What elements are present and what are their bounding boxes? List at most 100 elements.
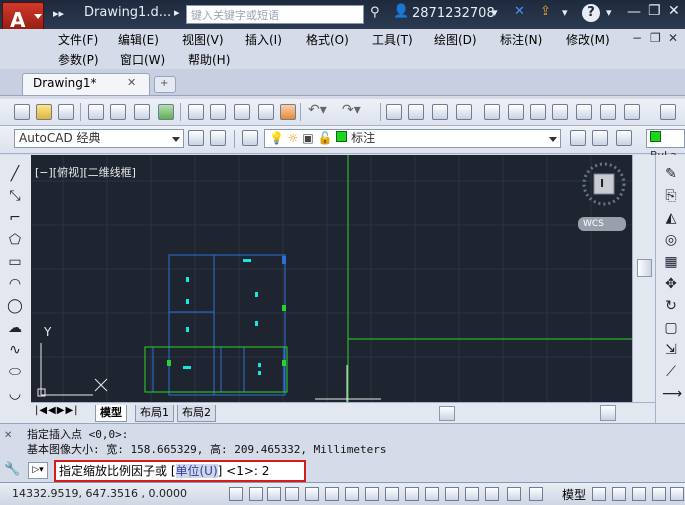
rectangle-icon[interactable]: ▭	[6, 253, 24, 271]
design-web-icon[interactable]	[158, 104, 174, 120]
stretch-icon[interactable]: ⇲	[662, 341, 680, 359]
command-input[interactable]: 指定缩放比例因子或 [单位(U)] <1>: 2	[54, 460, 306, 482]
vertical-scrollbar[interactable]	[632, 155, 656, 402]
user-dropdown-icon[interactable]: ▾	[492, 6, 498, 19]
menu-tools[interactable]: 工具(T)	[372, 31, 413, 48]
wcs-menu[interactable]: WCS	[578, 217, 626, 231]
offset-icon[interactable]: ◎	[662, 231, 680, 249]
infer-constraints-icon[interactable]	[229, 487, 243, 501]
tab-model[interactable]: 模型	[95, 405, 127, 422]
zoom-previous-icon[interactable]	[456, 104, 472, 120]
menu-modify[interactable]: 修改(M)	[566, 31, 610, 48]
help-dropdown-icon[interactable]: ▾	[606, 6, 612, 19]
layer-state-icon[interactable]	[616, 130, 632, 146]
command-close-icon[interactable]: ✕	[4, 430, 12, 441]
redo-icon[interactable]: ↷▾	[342, 102, 361, 118]
menu-help[interactable]: 帮助(H)	[188, 51, 230, 68]
command-prompt-icon[interactable]: ▷▾	[28, 462, 48, 479]
tab-drawing1[interactable]: Drawing1* ✕	[22, 73, 150, 95]
color-select[interactable]: ByLa	[646, 129, 685, 162]
model-space-label[interactable]: 模型	[562, 486, 586, 503]
inserted-image[interactable]	[152, 254, 286, 396]
workspace-switch-icon[interactable]	[632, 487, 646, 501]
rotate-icon[interactable]: ↻	[662, 297, 680, 315]
publish-icon[interactable]	[134, 104, 150, 120]
quick-access-expand-icon[interactable]: ▸▸	[53, 7, 64, 20]
lineweight-icon[interactable]	[425, 487, 439, 501]
markup-icon[interactable]	[576, 104, 592, 120]
workspace-settings-icon[interactable]	[188, 130, 204, 146]
copy-object-icon[interactable]: ⎘	[662, 187, 680, 205]
restore-icon[interactable]: ❐	[648, 3, 661, 19]
connect-dropdown-icon[interactable]: ▾	[562, 6, 568, 19]
circle-icon[interactable]: ◯	[6, 297, 24, 315]
print-icon[interactable]	[88, 104, 104, 120]
array-icon[interactable]: ▦	[662, 253, 680, 271]
object-snap-icon[interactable]	[345, 487, 359, 501]
scale-icon[interactable]: ▢	[662, 319, 680, 337]
text-style-icon[interactable]	[660, 104, 676, 120]
copy-icon[interactable]	[210, 104, 226, 120]
scroll-right-button[interactable]	[600, 405, 616, 421]
help-toolbar-icon[interactable]	[624, 104, 640, 120]
drawing-canvas[interactable]: [−][俯视][二维线框] Y I WCS	[31, 155, 632, 402]
paste-icon[interactable]	[234, 104, 250, 120]
clean-screen-icon[interactable]	[670, 487, 684, 501]
menu-window[interactable]: 窗口(W)	[120, 51, 165, 68]
zoom-window-icon[interactable]	[432, 104, 448, 120]
pan-icon[interactable]	[386, 104, 402, 120]
arc-icon[interactable]: ◠	[6, 275, 24, 293]
doc-minimize-icon[interactable]: −	[632, 31, 642, 45]
layer-select[interactable]: 💡 ☼ ▣ 🔓 标注	[264, 129, 561, 148]
menu-view[interactable]: 视图(V)	[182, 31, 224, 48]
menu-draw[interactable]: 绘图(D)	[434, 31, 477, 48]
polygon-icon[interactable]: ⬠	[6, 231, 24, 249]
tab-nav-arrows-icon[interactable]: |◀◀▶▶|	[35, 405, 79, 416]
viewport-controls-label[interactable]: [−][俯视][二维线框]	[35, 164, 136, 180]
quick-properties-icon[interactable]	[465, 487, 479, 501]
menu-file[interactable]: 文件(F)	[58, 31, 98, 48]
snap-mode-icon[interactable]	[249, 487, 263, 501]
new-tab-button[interactable]: +	[154, 76, 176, 93]
search-input[interactable]: 键入关键字或短语	[186, 5, 364, 24]
menu-edit[interactable]: 编辑(E)	[118, 31, 159, 48]
ortho-mode-icon[interactable]	[285, 487, 299, 501]
minimize-icon[interactable]: —	[627, 4, 641, 20]
help-icon[interactable]: ?	[582, 4, 600, 22]
layer-properties-icon[interactable]	[242, 130, 258, 146]
tab-layout2[interactable]: 布局2	[177, 405, 216, 422]
quick-view-icon[interactable]	[592, 487, 606, 501]
calculator-icon[interactable]	[600, 104, 616, 120]
annotation-monitor-icon[interactable]	[507, 487, 521, 501]
close-icon[interactable]: ✕	[668, 3, 680, 19]
horizontal-scroll-thumb[interactable]	[439, 406, 455, 421]
trim-icon[interactable]: ⟋	[662, 363, 680, 381]
doc-close-icon[interactable]: ✕	[668, 31, 678, 45]
transparency-icon[interactable]	[445, 487, 459, 501]
polyline-icon[interactable]: ⌐	[6, 209, 24, 227]
exchange-icon[interactable]: ✕	[514, 4, 525, 19]
open-icon[interactable]	[36, 104, 52, 120]
construction-line-icon[interactable]: ⤡	[6, 187, 24, 205]
save-icon[interactable]	[58, 104, 74, 120]
mirror-icon[interactable]: ◭	[662, 209, 680, 227]
ellipse-arc-icon[interactable]: ◡	[6, 385, 24, 403]
binoculars-icon[interactable]: ⚲	[370, 5, 380, 20]
scroll-thumb[interactable]	[637, 259, 652, 277]
menu-format[interactable]: 格式(O)	[306, 31, 349, 48]
dynamic-input-icon[interactable]	[405, 487, 419, 501]
erase-icon[interactable]: ✎	[662, 165, 680, 183]
design-center-icon[interactable]	[508, 104, 524, 120]
match-properties-icon[interactable]	[280, 104, 296, 120]
undo-icon[interactable]: ↶▾	[308, 102, 327, 118]
tab-close-icon[interactable]: ✕	[127, 76, 136, 89]
workspace-lock-icon[interactable]	[210, 130, 226, 146]
line-icon[interactable]: ╱	[6, 165, 24, 183]
selection-cycling-icon[interactable]	[485, 487, 499, 501]
menu-insert[interactable]: 插入(I)	[245, 31, 282, 48]
3d-osnap-icon[interactable]	[325, 487, 339, 501]
revcloud-icon[interactable]: ☁	[6, 319, 24, 337]
connect-icon[interactable]: ⇪	[540, 4, 551, 19]
object-snap-tracking-icon[interactable]	[365, 487, 379, 501]
make-current-icon[interactable]	[570, 130, 586, 146]
